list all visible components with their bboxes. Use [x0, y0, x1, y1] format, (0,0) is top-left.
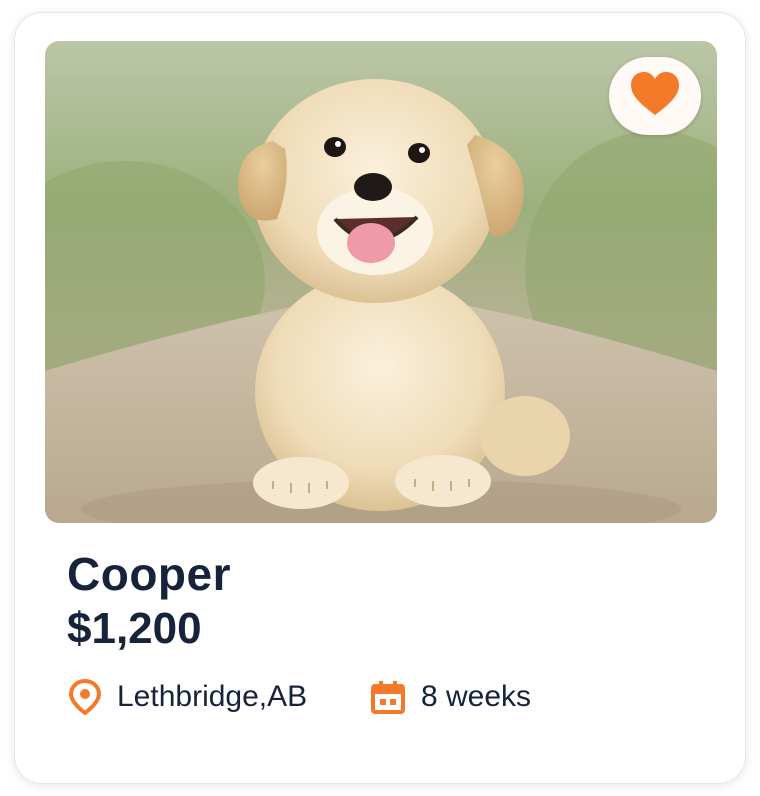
location-info: Lethbridge,AB [69, 677, 307, 717]
location-text: Lethbridge,AB [117, 680, 308, 713]
age-info: 8 weeks [371, 677, 531, 717]
pet-name: Cooper [67, 548, 231, 600]
calendar-icon [371, 680, 405, 714]
heart-icon [629, 71, 681, 122]
pet-price: $1,200 [67, 604, 202, 653]
favorite-button[interactable] [609, 57, 701, 135]
age-text: 8 weeks [421, 680, 532, 713]
map-pin-icon [69, 679, 101, 715]
listing-card[interactable]: Cooper $1,200 Lethbridge,AB 8 weeks [14, 12, 746, 784]
